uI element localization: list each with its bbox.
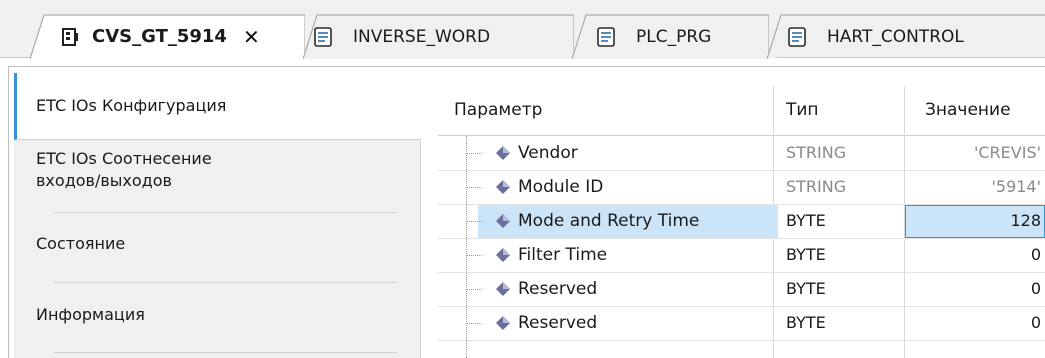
tab-label: HART_CONTROL [827,26,964,47]
column-header-value[interactable]: Значение [925,100,1011,120]
parameter-row[interactable]: Filter Time BYTE 0 [438,239,1045,273]
tab-label: INVERSE_WORD [353,26,491,47]
tree-connector [467,255,482,256]
sidebar-item-status[interactable]: Состояние [14,233,421,263]
parameter-name: Reserved [518,313,598,333]
parameter-name: Module ID [518,177,604,197]
parameter-row[interactable]: Reserved BYTE 0 [438,307,1045,341]
parameter-icon [496,146,510,160]
tree-connector [467,187,482,188]
tree-connector [467,221,482,222]
document-icon [314,26,332,47]
parameter-type: STRING [786,177,847,196]
parameter-name: Reserved [518,279,598,299]
parameter-icon [496,248,510,262]
parameter-icon [496,180,510,194]
document-icon [788,26,806,47]
sidebar-item-info[interactable]: Информация [14,304,421,334]
column-header-type[interactable]: Тип [786,100,819,120]
sidebar-divider [54,352,398,353]
parameter-icon [496,214,510,228]
sidebar-item-etc-ios-mapping[interactable]: ETC IOs Соотнесение входов/выходов [14,148,421,208]
config-sidebar: ETC IOs Конфигурация ETC IOs Соотнесение… [14,73,421,358]
parameter-row[interactable]: Module ID STRING '5914' [438,171,1045,205]
parameter-icon [496,282,510,296]
parameter-row[interactable]: Reserved BYTE 0 [438,273,1045,307]
tree-connector [467,153,482,154]
editor-tab-strip: CVS_GT_5914 ✕ INVERSE_WORD PLC_PRG HART_… [0,0,1045,59]
tab-label: PLC_PRG [636,26,712,47]
sidebar-divider [54,212,398,213]
tree-connector [467,289,482,290]
tab-label: CVS_GT_5914 [92,26,227,47]
parameter-value: 'CREVIS' [973,143,1041,162]
parameter-value[interactable]: 0 [1031,279,1041,298]
parameter-type: BYTE [786,313,826,332]
parameter-value: '5914' [991,177,1041,196]
tab-hart-control[interactable]: HART_CONTROL [767,14,1045,59]
parameter-type: BYTE [786,211,826,230]
parameter-type: BYTE [786,279,826,298]
parameter-row-selected[interactable]: Mode and Retry Time BYTE 128 [438,205,1045,239]
tab-cvs-gt-5914[interactable]: CVS_GT_5914 ✕ [30,14,305,59]
sidebar-item-label-line1: ETC IOs Соотнесение [36,149,212,168]
parameter-row[interactable]: Vendor STRING 'CREVIS' [438,137,1045,171]
tab-plc-prg[interactable]: PLC_PRG [572,14,769,59]
sidebar-divider [54,282,398,283]
parameter-type: STRING [786,143,847,162]
sidebar-item-label-line2: входов/выходов [36,171,172,190]
sidebar-item-label: Состояние [36,234,126,253]
parameter-value[interactable]: 128 [1010,211,1041,230]
parameter-name: Mode and Retry Time [518,211,700,231]
parameter-name: Filter Time [518,245,608,265]
grid-header: Параметр Тип Значение [438,86,1045,136]
tree-connector [467,323,482,324]
parameter-value[interactable]: 0 [1031,313,1041,332]
parameter-value[interactable]: 0 [1031,245,1041,264]
parameter-icon [496,316,510,330]
document-icon [597,26,615,47]
device-icon [62,27,78,46]
close-tab-icon[interactable]: ✕ [243,25,260,49]
sidebar-item-etc-ios-config[interactable]: ETC IOs Конфигурация [14,73,421,140]
column-header-parameter[interactable]: Параметр [454,100,542,120]
parameter-type: BYTE [786,245,826,264]
sidebar-item-label: ETC IOs Конфигурация [36,96,227,115]
parameter-name: Vendor [518,143,578,163]
tab-inverse-word[interactable]: INVERSE_WORD [303,14,574,59]
parameter-grid: Параметр Тип Значение Vendor STRING 'CRE… [438,86,1045,358]
sidebar-item-label: Информация [36,305,145,324]
